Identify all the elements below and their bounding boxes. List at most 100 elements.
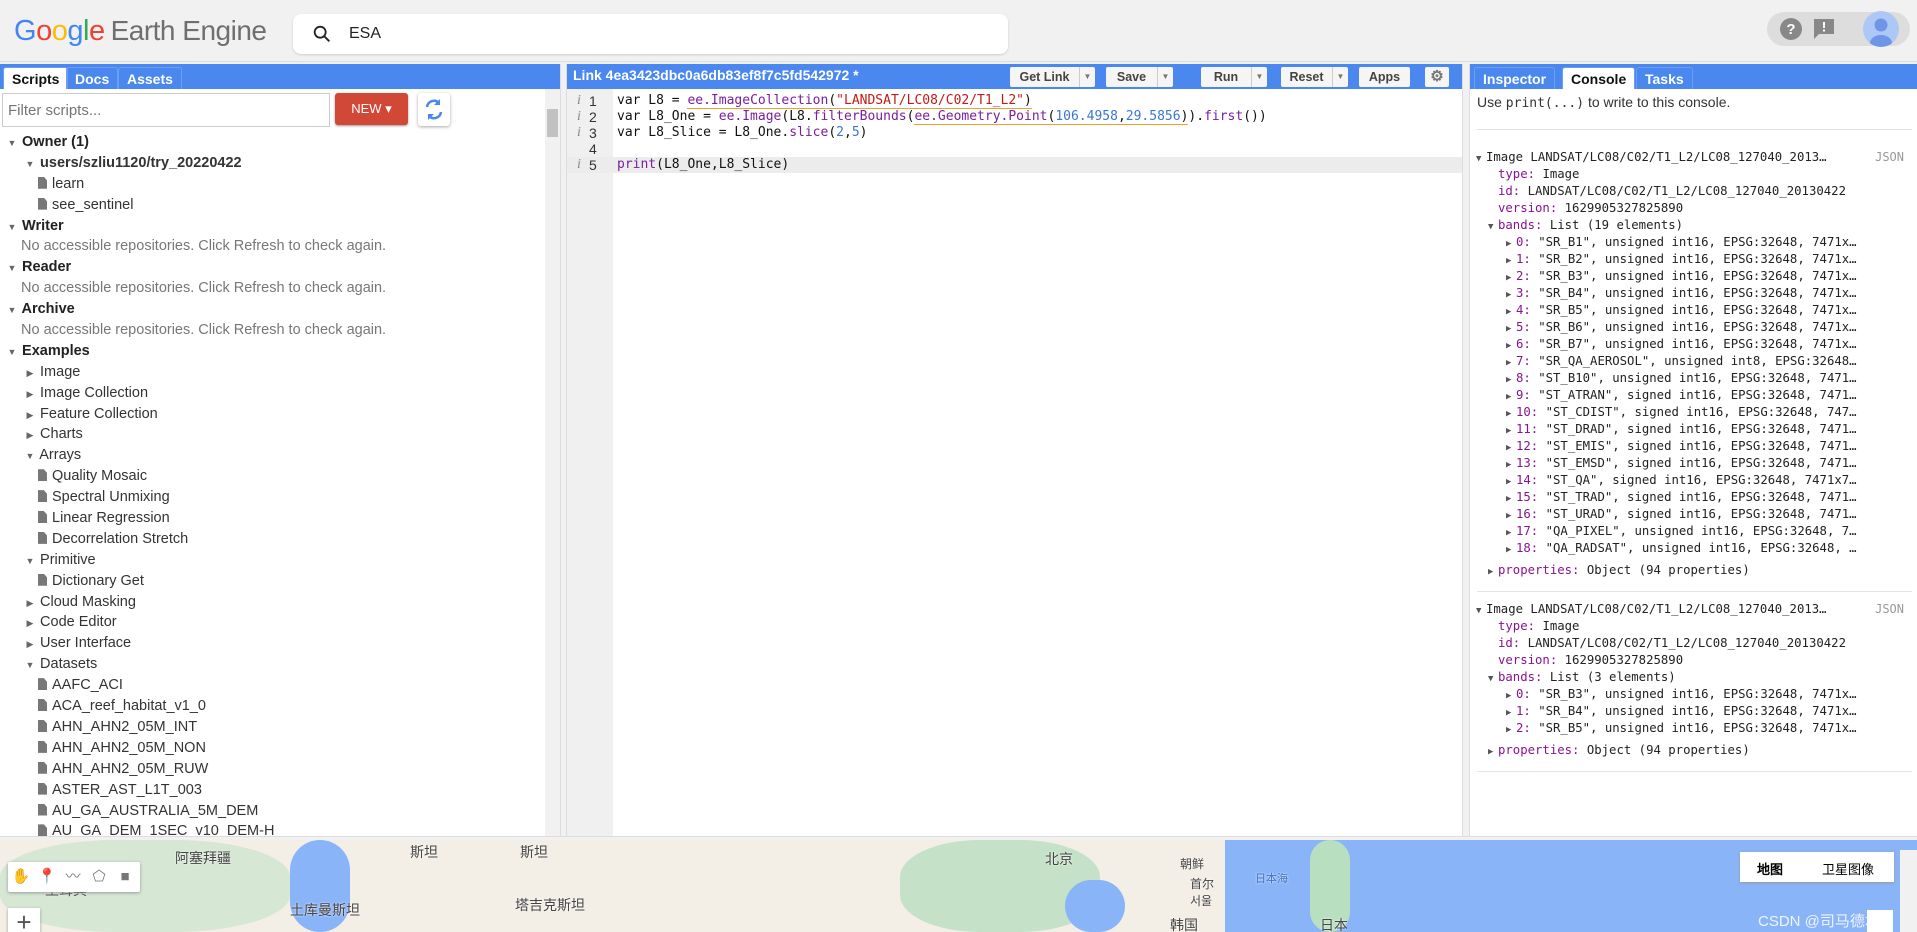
settings-gear-icon[interactable]: ⚙: [1425, 67, 1449, 87]
properties-row[interactable]: ▶ properties: Object (94 properties): [1470, 562, 1910, 579]
caret-right-icon[interactable]: ▶: [1506, 338, 1516, 353]
tree-item[interactable]: AHN_AHN2_05M_NON: [0, 738, 545, 759]
fullscreen-icon[interactable]: [1867, 910, 1893, 932]
caret-down-icon[interactable]: ▼: [1476, 151, 1486, 166]
caret-down-icon[interactable]: ▼: [6, 133, 18, 154]
search-input[interactable]: ESA: [349, 25, 381, 43]
caret-right-icon[interactable]: ▶: [24, 384, 36, 405]
tree-item[interactable]: ▼ Writer: [0, 216, 545, 237]
code-line[interactable]: 4: [567, 141, 1462, 157]
polygon-icon[interactable]: ⬠: [86, 862, 112, 892]
band-row[interactable]: ▶ 1: "SR_B2", unsigned int16, EPSG:32648,…: [1470, 251, 1910, 268]
caret-down-icon[interactable]: ▼: [1488, 219, 1498, 234]
bands-row[interactable]: ▼ bands: List (3 elements): [1470, 669, 1910, 686]
tree-item[interactable]: AHN_AHN2_05M_RUW: [0, 759, 545, 780]
code-line[interactable]: i 5 print(L8_One,L8_Slice): [567, 157, 1462, 173]
caret-right-icon[interactable]: ▶: [1506, 440, 1516, 455]
tree-item[interactable]: see_sentinel: [0, 195, 545, 216]
caret-down-icon[interactable]: ▼: [1251, 67, 1267, 87]
band-row[interactable]: ▶ 9: "ST_ATRAN", signed int16, EPSG:32648…: [1470, 387, 1910, 404]
caret-down-icon[interactable]: ▼: [24, 154, 36, 175]
tab-assets[interactable]: Assets: [118, 67, 182, 89]
new-script-button[interactable]: NEW ▾: [335, 93, 408, 125]
caret-right-icon[interactable]: ▶: [1506, 457, 1516, 472]
caret-right-icon[interactable]: ▶: [1506, 525, 1516, 540]
tree-item[interactable]: AHN_AHN2_05M_INT: [0, 717, 545, 738]
tree-item[interactable]: ▼ users/szliu1120/try_20220422: [0, 153, 545, 174]
json-button[interactable]: JSON: [1875, 149, 1904, 166]
caret-right-icon[interactable]: ▶: [1506, 236, 1516, 251]
apps-button[interactable]: Apps: [1359, 67, 1410, 87]
map-type-map[interactable]: 地图: [1757, 859, 1783, 878]
script-title[interactable]: Link 4ea3423dbc0a6db83ef8f7c5fd542972 *: [573, 67, 859, 83]
console-entry-header[interactable]: ▼ Image LANDSAT/LC08/C02/T1_L2/LC08_12704…: [1470, 149, 1910, 166]
tree-item[interactable]: ▼ Arrays: [0, 445, 545, 466]
band-row[interactable]: ▶ 2: "SR_B3", unsigned int16, EPSG:32648,…: [1470, 268, 1910, 285]
tree-item[interactable]: ▶ Image: [0, 362, 545, 383]
save-button[interactable]: Save ▼: [1106, 67, 1173, 87]
band-row[interactable]: ▶ 16: "ST_URAD", signed int16, EPSG:32648…: [1470, 506, 1910, 523]
band-row[interactable]: ▶ 2: "SR_B5", unsigned int16, EPSG:32648,…: [1470, 720, 1910, 737]
tree-item[interactable]: Dictionary Get: [0, 571, 545, 592]
band-row[interactable]: ▶ 7: "SR_QA_AEROSOL", unsigned int8, EPSG…: [1470, 353, 1910, 370]
caret-down-icon[interactable]: ▼: [1476, 603, 1486, 618]
tree-item[interactable]: ▶ Charts: [0, 424, 545, 445]
line-icon[interactable]: 〰: [60, 862, 86, 892]
band-row[interactable]: ▶ 0: "SR_B3", unsigned int16, EPSG:32648,…: [1470, 686, 1910, 703]
google-earth-engine-logo[interactable]: Google Earth Engine: [14, 15, 267, 48]
code-area[interactable]: i 1 var L8 = ee.ImageCollection("LANDSAT/L…: [567, 93, 1462, 173]
caret-right-icon[interactable]: ▶: [1488, 564, 1498, 579]
tree-item[interactable]: ▼ Archive: [0, 299, 545, 320]
caret-right-icon[interactable]: ▶: [1506, 372, 1516, 387]
tree-item[interactable]: ASTER_AST_L1T_003: [0, 780, 545, 801]
get-link-button[interactable]: Get Link ▼: [1010, 67, 1095, 87]
tree-item[interactable]: ▶ Feature Collection: [0, 404, 545, 425]
tab-inspector[interactable]: Inspector: [1474, 67, 1556, 89]
caret-right-icon[interactable]: ▶: [1506, 287, 1516, 302]
filter-scripts-input[interactable]: [2, 93, 330, 127]
caret-right-icon[interactable]: ▶: [1506, 389, 1516, 404]
caret-down-icon[interactable]: ▼: [24, 655, 36, 676]
band-row[interactable]: ▶ 15: "ST_TRAD", signed int16, EPSG:32648…: [1470, 489, 1910, 506]
feedback-icon[interactable]: [1812, 17, 1836, 41]
bands-row[interactable]: ▼ bands: List (19 elements): [1470, 217, 1910, 234]
tree-item[interactable]: Linear Regression: [0, 508, 545, 529]
tree-item[interactable]: ▶ Cloud Masking: [0, 592, 545, 613]
band-row[interactable]: ▶ 17: "QA_PIXEL", unsigned int16, EPSG:32…: [1470, 523, 1910, 540]
tree-item[interactable]: Decorrelation Stretch: [0, 529, 545, 550]
avatar[interactable]: [1863, 11, 1899, 47]
caret-down-icon[interactable]: ▼: [1488, 671, 1498, 686]
scripts-scrollbar[interactable]: [545, 89, 560, 836]
band-row[interactable]: ▶ 3: "SR_B4", unsigned int16, EPSG:32648,…: [1470, 285, 1910, 302]
zoom-in-button[interactable]: +: [8, 908, 40, 932]
band-row[interactable]: ▶ 10: "ST_CDIST", signed int16, EPSG:3264…: [1470, 404, 1910, 421]
caret-right-icon[interactable]: ▶: [1506, 474, 1516, 489]
reset-button[interactable]: Reset ▼: [1281, 67, 1348, 87]
band-row[interactable]: ▶ 11: "ST_DRAD", signed int16, EPSG:32648…: [1470, 421, 1910, 438]
caret-right-icon[interactable]: ▶: [24, 634, 36, 655]
band-row[interactable]: ▶ 13: "ST_EMSD", signed int16, EPSG:32648…: [1470, 455, 1910, 472]
caret-right-icon[interactable]: ▶: [1488, 744, 1498, 759]
help-icon[interactable]: ?: [1779, 17, 1803, 41]
console-entry-header[interactable]: ▼ Image LANDSAT/LC08/C02/T1_L2/LC08_12704…: [1470, 601, 1910, 618]
map-scrollbar[interactable]: [1900, 850, 1917, 932]
band-row[interactable]: ▶ 0: "SR_B1", unsigned int16, EPSG:32648,…: [1470, 234, 1910, 251]
tree-item[interactable]: AAFC_ACI: [0, 675, 545, 696]
tree-item[interactable]: ▼ Datasets: [0, 654, 545, 675]
caret-right-icon[interactable]: ▶: [24, 613, 36, 634]
tree-item[interactable]: ▶ Image Collection: [0, 383, 545, 404]
caret-right-icon[interactable]: ▶: [1506, 321, 1516, 336]
band-row[interactable]: ▶ 6: "SR_B7", unsigned int16, EPSG:32648,…: [1470, 336, 1910, 353]
code-text[interactable]: var L8_One = ee.Image(L8.filterBounds(ee…: [617, 109, 1267, 125]
caret-right-icon[interactable]: ▶: [24, 593, 36, 614]
caret-right-icon[interactable]: ▶: [24, 405, 36, 426]
caret-down-icon[interactable]: ▼: [24, 551, 36, 572]
code-line[interactable]: i 1 var L8 = ee.ImageCollection("LANDSAT/L…: [567, 93, 1462, 109]
band-row[interactable]: ▶ 12: "ST_EMIS", signed int16, EPSG:32648…: [1470, 438, 1910, 455]
code-text[interactable]: var L8_Slice = L8_One.slice(2,5): [617, 125, 867, 141]
caret-right-icon[interactable]: ▶: [1506, 491, 1516, 506]
info-icon[interactable]: i: [577, 109, 581, 125]
caret-right-icon[interactable]: ▶: [24, 363, 36, 384]
caret-right-icon[interactable]: ▶: [1506, 423, 1516, 438]
tree-item[interactable]: ▼ Reader: [0, 257, 545, 278]
